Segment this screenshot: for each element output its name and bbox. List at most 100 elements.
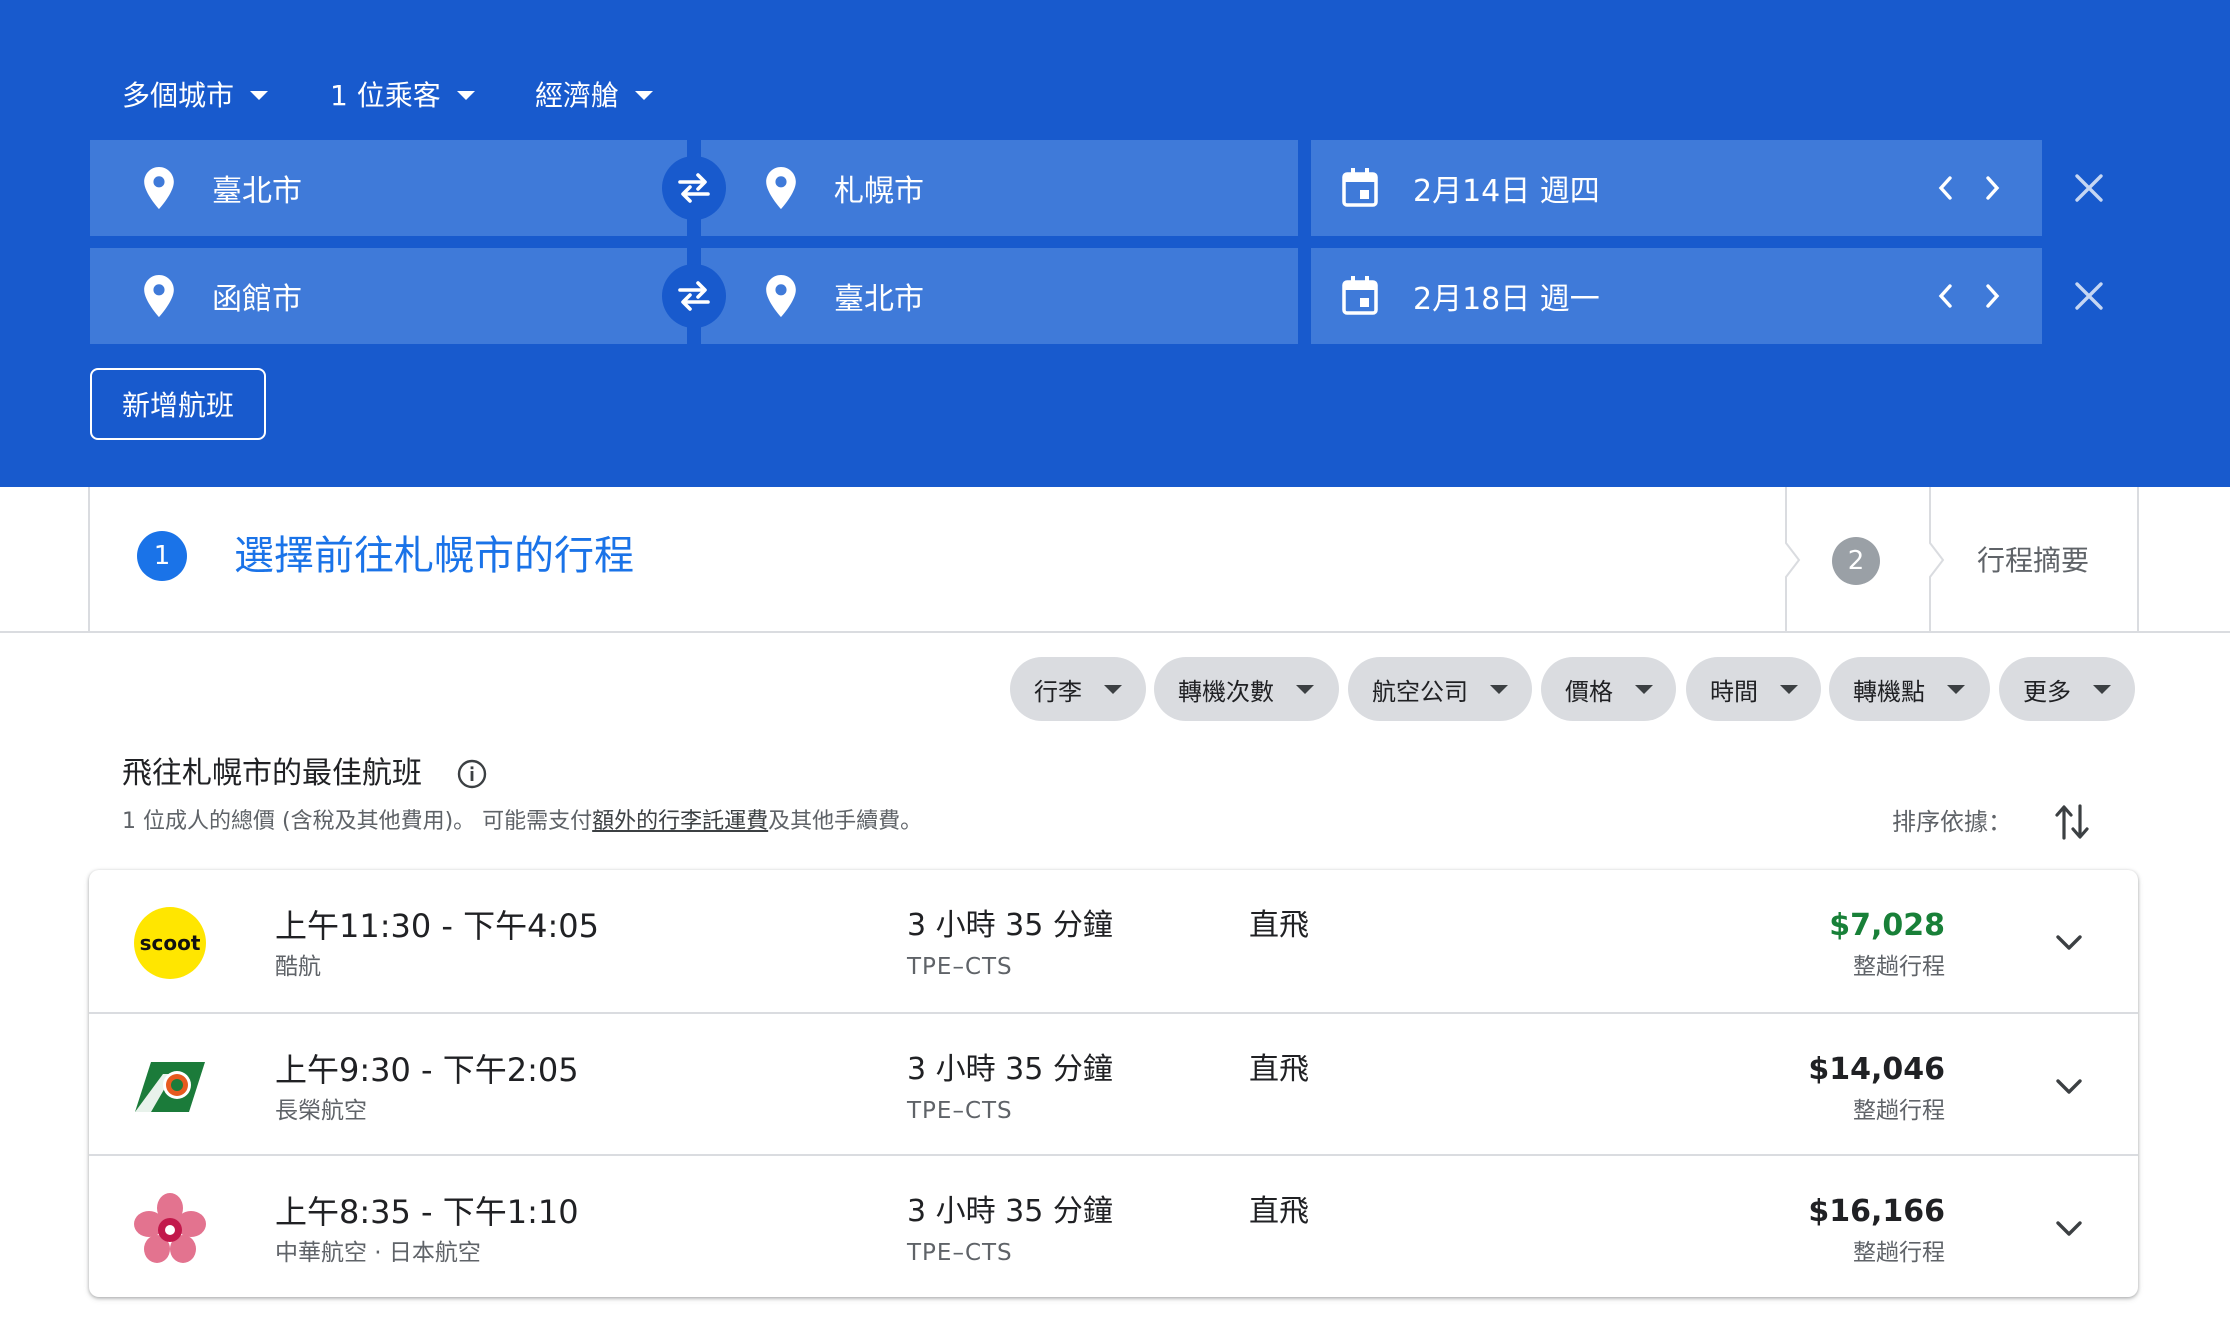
china-airlines-logo bbox=[134, 1193, 206, 1263]
flight-row[interactable]: 上午9:30 - 下午2:05 長榮航空 3 小時 35 分鐘 TPE–CTS … bbox=[89, 1012, 2138, 1154]
caret-down-icon bbox=[1635, 684, 1653, 694]
caret-down-icon bbox=[2093, 684, 2111, 694]
filter-chip-more[interactable]: 更多 bbox=[1999, 657, 2135, 721]
caret-down-icon bbox=[635, 91, 654, 100]
leg2-origin-input[interactable]: 函館市 bbox=[90, 248, 687, 344]
divider bbox=[88, 487, 90, 633]
leg1-date-input[interactable]: 2月14日 週四 bbox=[1311, 140, 2042, 236]
leg1-origin-value: 臺北市 bbox=[212, 174, 302, 209]
leg2-remove-button[interactable] bbox=[2064, 271, 2114, 321]
filter-chip-label: 行李 bbox=[1034, 677, 1082, 706]
filter-chip-price[interactable]: 價格 bbox=[1541, 657, 1676, 721]
step-separator bbox=[1785, 487, 1801, 633]
flight-price: $16,166 bbox=[1808, 1194, 1945, 1229]
price-note: 1 位成人的總價 (含稅及其他費用)。 可能需支付額外的行李託運費及其他手續費。 bbox=[122, 805, 922, 839]
leg1-swap-button[interactable] bbox=[662, 156, 726, 220]
info-icon[interactable] bbox=[456, 758, 488, 790]
chevron-right-icon[interactable] bbox=[1980, 276, 2006, 316]
filter-chip-baggage[interactable]: 行李 bbox=[1010, 657, 1146, 721]
caret-down-icon bbox=[1490, 684, 1508, 694]
step1-label: 選擇前往札幌市的行程 bbox=[234, 533, 634, 579]
flight-price: $7,028 bbox=[1829, 908, 1945, 943]
baggage-fees-link[interactable]: 額外的行李託運費 bbox=[592, 809, 768, 834]
flight-row[interactable]: 上午8:35 - 下午1:10 中華航空 · 日本航空 3 小時 35 分鐘 T… bbox=[89, 1154, 2138, 1296]
passengers-label: 1 位乘客 bbox=[330, 79, 441, 112]
flight-airline: 酷航 bbox=[275, 954, 321, 980]
close-icon bbox=[2075, 282, 2103, 310]
leg2-date-value: 2月18日 週一 bbox=[1413, 282, 1600, 317]
flight-route: TPE–CTS bbox=[907, 954, 1013, 980]
chevron-right-icon[interactable] bbox=[1980, 168, 2006, 208]
flight-duration: 3 小時 35 分鐘 bbox=[907, 1052, 1113, 1087]
flight-duration: 3 小時 35 分鐘 bbox=[907, 908, 1113, 943]
flight-airline: 中華航空 · 日本航空 bbox=[275, 1240, 481, 1266]
flight-price: $14,046 bbox=[1808, 1052, 1945, 1087]
step-separator bbox=[1929, 487, 1945, 633]
flight-row[interactable]: scoot 上午11:30 - 下午4:05 酷航 3 小時 35 分鐘 TPE… bbox=[89, 870, 2138, 1012]
filter-chip-label: 更多 bbox=[2023, 677, 2071, 706]
price-note-text: 及其他手續費。 bbox=[768, 809, 923, 834]
location-pin-icon bbox=[136, 165, 182, 211]
scoot-logo: scoot bbox=[134, 907, 206, 979]
leg1-destination-input[interactable]: 札幌市 bbox=[701, 140, 1298, 236]
leg2-origin-value: 函館市 bbox=[212, 282, 302, 317]
filter-chip-connecting-airports[interactable]: 轉機點 bbox=[1829, 657, 1990, 721]
divider bbox=[2137, 487, 2139, 633]
flight-times: 上午8:35 - 下午1:10 bbox=[275, 1193, 579, 1231]
cabin-label: 經濟艙 bbox=[535, 79, 620, 112]
leg2-date-input[interactable]: 2月18日 週一 bbox=[1311, 248, 2042, 344]
leg2-date-nav bbox=[1932, 248, 2006, 344]
chevron-down-icon[interactable] bbox=[2049, 1208, 2089, 1248]
caret-down-icon bbox=[1780, 684, 1798, 694]
flight-airline: 長榮航空 bbox=[275, 1098, 367, 1124]
chevron-left-icon[interactable] bbox=[1932, 168, 1958, 208]
step1-badge: 1 bbox=[137, 531, 187, 581]
location-pin-icon bbox=[136, 273, 182, 319]
chevron-down-icon[interactable] bbox=[2049, 922, 2089, 962]
leg2-destination-input[interactable]: 臺北市 bbox=[701, 248, 1298, 344]
caret-down-icon bbox=[1104, 684, 1122, 694]
step2-badge: 2 bbox=[1832, 537, 1880, 585]
filter-chip-label: 轉機點 bbox=[1853, 677, 1925, 706]
passengers-dropdown[interactable]: 1 位乘客 bbox=[330, 74, 475, 114]
flight-price-type: 整趟行程 bbox=[1853, 954, 1945, 980]
leg1-date-nav bbox=[1932, 140, 2006, 236]
booking-steps: 1 選擇前往札幌市的行程 bbox=[0, 487, 2230, 633]
flight-times: 上午11:30 - 下午4:05 bbox=[275, 907, 599, 945]
leg2-destination-value: 臺北市 bbox=[834, 282, 924, 317]
flight-duration: 3 小時 35 分鐘 bbox=[907, 1194, 1113, 1229]
flight-price-type: 整趟行程 bbox=[1853, 1098, 1945, 1124]
cabin-dropdown[interactable]: 經濟艙 bbox=[535, 74, 654, 114]
location-pin-icon bbox=[758, 165, 804, 211]
chevron-down-icon[interactable] bbox=[2049, 1066, 2089, 1106]
filter-chip-airlines[interactable]: 航空公司 bbox=[1348, 657, 1532, 721]
filter-chip-label: 價格 bbox=[1565, 677, 1613, 706]
leg1-remove-button[interactable] bbox=[2064, 163, 2114, 213]
calendar-icon bbox=[1337, 165, 1383, 211]
filter-chip-label: 轉機次數 bbox=[1178, 677, 1274, 706]
search-panel: 多個城市 1 位乘客 經濟艙 臺北市 札幌市 2月14日 週四 函館市 臺北市 … bbox=[0, 0, 2230, 487]
flight-stops: 直飛 bbox=[1249, 1194, 1309, 1229]
leg1-date-value: 2月14日 週四 bbox=[1413, 174, 1600, 209]
price-note-text: 1 位成人的總價 (含稅及其他費用)。 可能需支付 bbox=[122, 809, 593, 834]
leg2-swap-button[interactable] bbox=[662, 264, 726, 328]
step3-label[interactable]: 行程摘要 bbox=[1977, 540, 2089, 582]
add-flight-button[interactable]: 新增航班 bbox=[90, 368, 266, 440]
flight-route: TPE–CTS bbox=[907, 1240, 1013, 1266]
swap-arrows-icon bbox=[678, 281, 710, 311]
caret-down-icon bbox=[1296, 684, 1314, 694]
filter-chip-stops[interactable]: 轉機次數 bbox=[1154, 657, 1339, 721]
trip-type-dropdown[interactable]: 多個城市 bbox=[122, 74, 269, 114]
caret-down-icon bbox=[250, 91, 269, 100]
chevron-left-icon[interactable] bbox=[1932, 276, 1958, 316]
sort-icon[interactable] bbox=[2052, 800, 2092, 844]
filter-chip-label: 時間 bbox=[1710, 677, 1758, 706]
leg1-origin-input[interactable]: 臺北市 bbox=[90, 140, 687, 236]
scoot-logo-text: scoot bbox=[140, 931, 201, 955]
flight-times: 上午9:30 - 下午2:05 bbox=[275, 1051, 579, 1089]
flight-stops: 直飛 bbox=[1249, 1052, 1309, 1087]
best-flights-heading: 飛往札幌市的最佳航班 bbox=[122, 756, 422, 791]
trip-type-label: 多個城市 bbox=[122, 79, 235, 112]
filter-chip-time[interactable]: 時間 bbox=[1686, 657, 1821, 721]
flight-price-type: 整趟行程 bbox=[1853, 1240, 1945, 1266]
